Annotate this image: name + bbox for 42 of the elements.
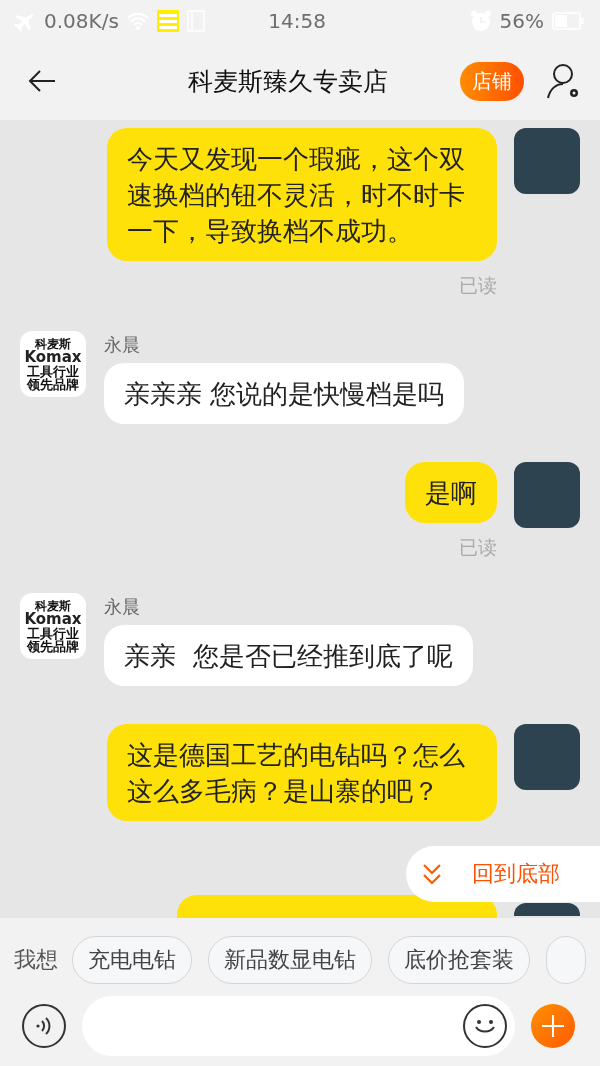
- logo-text: Komax: [24, 349, 82, 365]
- double-chevron-down-icon: [422, 863, 442, 885]
- sender-name: 永晨: [104, 333, 140, 357]
- back-arrow-icon: [28, 70, 56, 92]
- logo-text: 领先品牌: [27, 639, 79, 653]
- suggestion-chip[interactable]: 新品数显电钻: [208, 936, 372, 984]
- logo-text: 工具行业: [27, 626, 79, 640]
- message-bubble: 是啊: [405, 462, 497, 523]
- logo-text: 科麦斯: [35, 337, 71, 350]
- store-title: 科麦斯臻久专卖店: [187, 65, 389, 98]
- suggestion-chip[interactable]: 充电电钻: [72, 936, 192, 984]
- logo-text: 工具行业: [27, 364, 79, 378]
- voice-button[interactable]: [22, 1004, 66, 1048]
- avatar-photo-placeholder[interactable]: [514, 724, 580, 790]
- message-bubble: 亲亲亲 您说的是快慢档是吗: [104, 363, 465, 424]
- person-gear-icon: [546, 63, 580, 99]
- shop-logo-avatar[interactable]: 科麦斯 Komax 工具行业 领先品牌: [20, 331, 86, 397]
- plus-icon: [541, 1014, 565, 1038]
- read-receipt: 已读: [459, 273, 497, 298]
- shop-logo-avatar[interactable]: 科麦斯 Komax 工具行业 领先品牌: [20, 593, 86, 659]
- avatar-photo-placeholder[interactable]: [514, 903, 580, 916]
- logo-text: Komax: [24, 611, 82, 627]
- suggestion-chip[interactable]: 底价抢套装: [388, 936, 530, 984]
- logo-text: 领先品牌: [27, 377, 79, 391]
- emoji-button[interactable]: [463, 1004, 507, 1048]
- read-receipt: 已读: [459, 535, 497, 560]
- profile-settings-button[interactable]: [546, 63, 580, 99]
- message-bubble: 今天又发现一个瑕疵，这个双速换档的钮不灵活，时不时卡一下，导致换档不成功。: [107, 128, 497, 261]
- clock-time: 14:58: [268, 9, 326, 33]
- suggestion-label: 我想: [14, 946, 58, 974]
- list-icon: [156, 10, 179, 32]
- network-speed: 0.08K/s: [44, 9, 119, 33]
- sender-name: 永晨: [104, 595, 140, 619]
- battery-percent: 56%: [499, 9, 544, 33]
- smiley-icon: [474, 1019, 496, 1033]
- add-button[interactable]: [531, 1004, 575, 1048]
- message-bubble: 亲亲 您是否已经推到底了呢: [104, 625, 473, 686]
- message-bubble: 这是德国工艺的电钻吗？怎么这么多毛病？是山寨的吧？: [107, 724, 497, 821]
- back-button[interactable]: [28, 70, 56, 92]
- avatar-photo-placeholder[interactable]: [514, 128, 580, 194]
- logo-text: 科麦斯: [35, 599, 71, 612]
- avatar-photo-placeholder[interactable]: [514, 462, 580, 528]
